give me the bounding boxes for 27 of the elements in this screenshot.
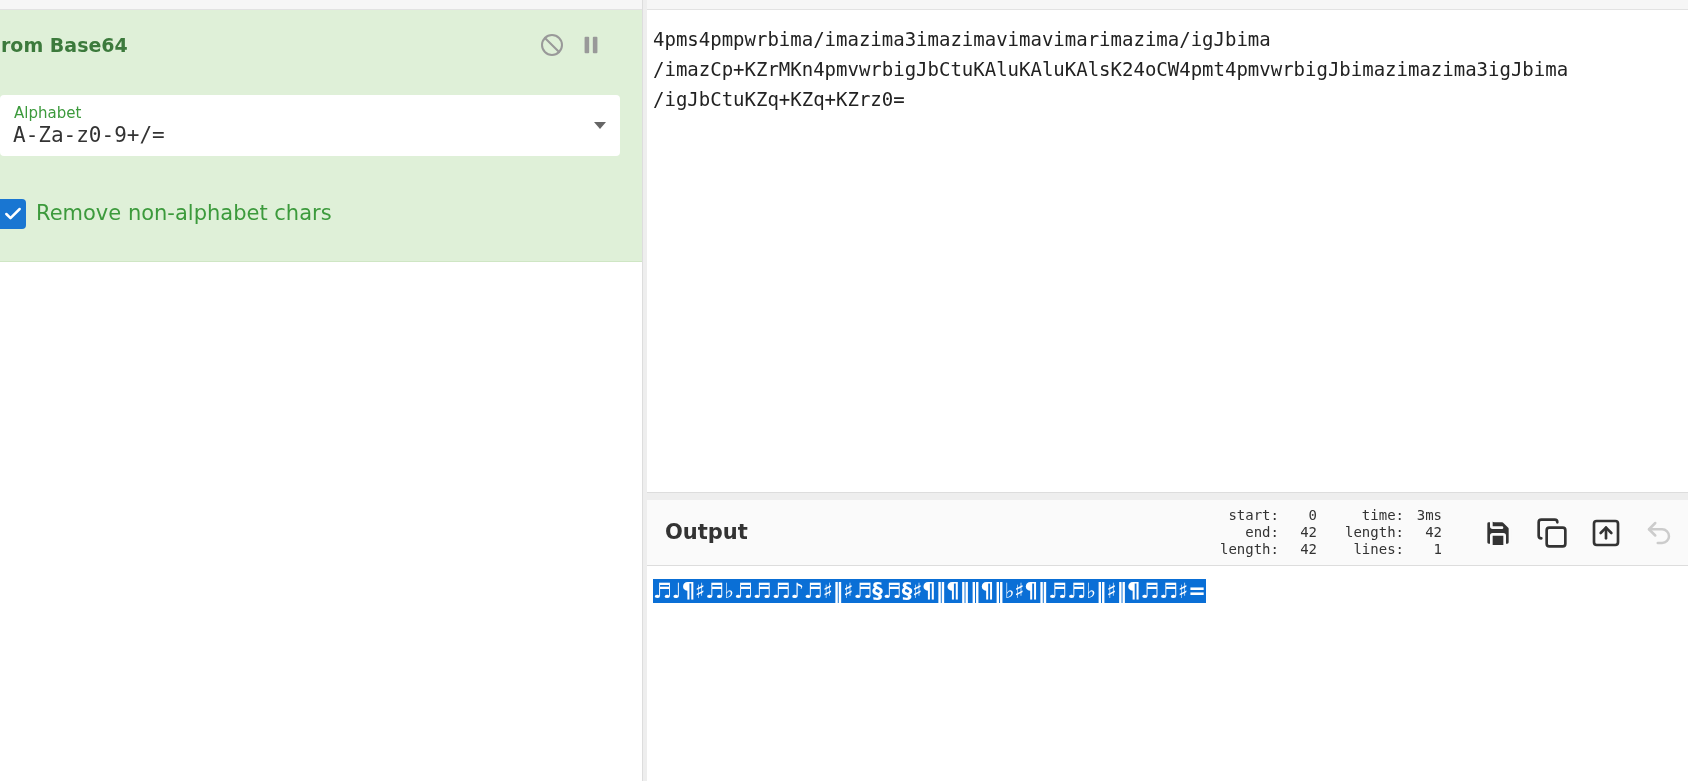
stat-value: 1 bbox=[1432, 541, 1442, 558]
stat-label: end: bbox=[1245, 524, 1279, 541]
output-title: Output bbox=[665, 518, 748, 546]
stat-label: start: bbox=[1228, 507, 1279, 524]
alphabet-dropdown[interactable]: Alphabet A-Za-z0-9+/= bbox=[0, 95, 620, 156]
field-label: Alphabet bbox=[14, 103, 83, 122]
stat-value: 0 bbox=[1307, 507, 1317, 524]
disable-icon[interactable] bbox=[540, 33, 564, 57]
stat-value: 42 bbox=[1299, 541, 1317, 558]
operation-title: rom Base64 bbox=[1, 32, 128, 58]
input-text[interactable]: 4pms4pmpwrbima/imazima3imazimavimavimarimazima/igJbima /imazCp+KZrMKn4pmvwrbigJbCtuKAluKAluKAlsK24oCW4pmt4pmvwrbigJbimazimazima3igJbima /igJbCtuKZq+KZq+KZrz0= bbox=[647, 10, 1688, 492]
copy-icon[interactable] bbox=[1536, 516, 1568, 549]
output-text[interactable]: ♬♩¶♯♬♭♬♬♬♪♬♯‖♯♬§♬§♯¶‖¶‖‖¶‖♭♯¶‖♬♬♭‖♯‖¶♬♬♯= bbox=[653, 579, 1206, 603]
checkbox[interactable] bbox=[0, 198, 26, 229]
stat-value: 42 bbox=[1299, 524, 1317, 541]
stat-label: lines: bbox=[1353, 541, 1404, 558]
input-line: /imazCp+KZrMKn4pmvwrbigJbCtuKAluKAluKAlsK24oCW4pmt4pmvwrbigJbimazimazima3igJbima bbox=[653, 57, 1569, 82]
stat-label: length: bbox=[1345, 524, 1404, 541]
stat-label: time: bbox=[1361, 507, 1404, 524]
input-line: /igJbCtuKZq+KZq+KZrz0= bbox=[653, 87, 905, 112]
stat-value: 42 bbox=[1424, 524, 1442, 541]
stat-value: 3ms bbox=[1415, 507, 1442, 524]
input-line: 4pms4pmpwrbima/imazima3imazimavimavimarimazima/igJbima bbox=[653, 27, 1271, 52]
checkbox-label: Remove non-alphabet chars bbox=[36, 200, 332, 227]
field-value: A-Za-z0-9+/= bbox=[13, 121, 165, 148]
stat-label: length: bbox=[1219, 541, 1279, 558]
caret-icon bbox=[594, 122, 606, 129]
